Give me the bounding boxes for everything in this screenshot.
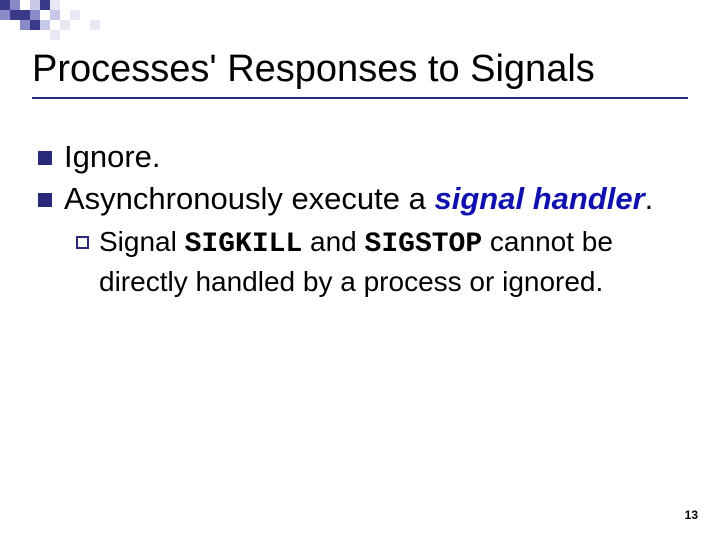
square-bullet-icon (38, 151, 52, 165)
bullet-text: Ignore. (64, 137, 688, 177)
subbullet-sigkill-sigstop: Signal SIGKILL and SIGSTOP cannot be dir… (76, 224, 688, 300)
code-sigstop: SIGSTOP (365, 229, 483, 260)
text-fragment: . (645, 181, 654, 216)
bullet-ignore: Ignore. (38, 137, 688, 177)
page-number: 13 (685, 508, 698, 522)
emphasis-signal-handler: signal handler (435, 181, 645, 216)
title-underline (32, 97, 688, 99)
text-fragment: and (302, 226, 364, 257)
bullet-text: Asynchronously execute a signal handler. (64, 179, 688, 219)
bullet-async-handler: Asynchronously execute a signal handler. (38, 179, 688, 219)
content-area: Ignore. Asynchronously execute a signal … (32, 137, 688, 300)
text-fragment: Asynchronously execute a (64, 181, 435, 216)
slide-body: Processes' Responses to Signals Ignore. … (0, 0, 720, 540)
text-fragment: Signal (99, 226, 185, 257)
hollow-square-bullet-icon (76, 236, 89, 249)
square-bullet-icon (38, 193, 52, 207)
page-title: Processes' Responses to Signals (32, 48, 688, 91)
code-sigkill: SIGKILL (185, 229, 303, 260)
bullet-text: Signal SIGKILL and SIGSTOP cannot be dir… (99, 224, 688, 300)
